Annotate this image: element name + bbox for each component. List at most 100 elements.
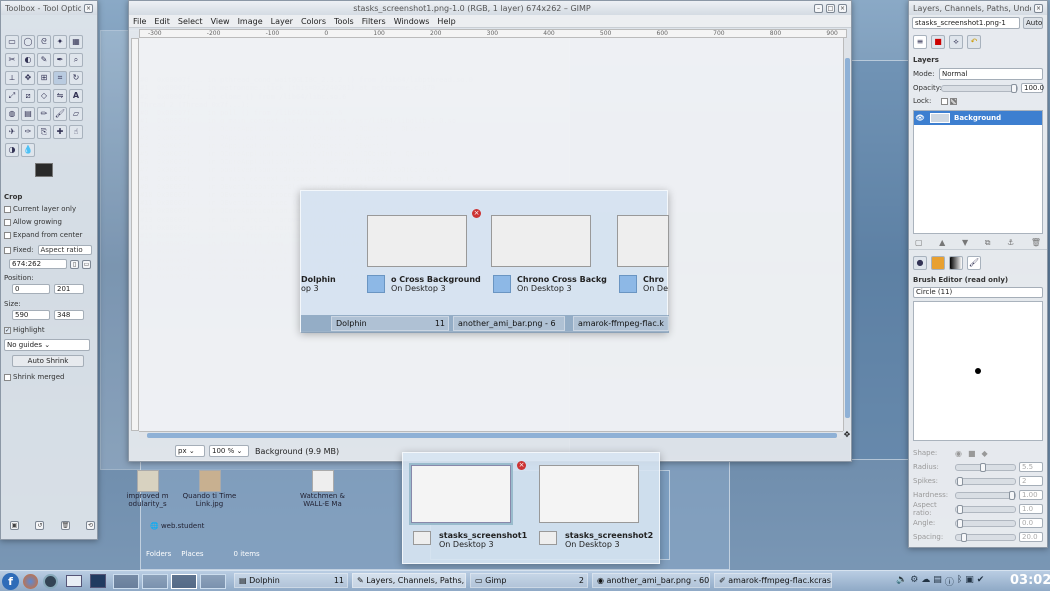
size-h-input[interactable]: 348: [54, 310, 84, 320]
slider-handle[interactable]: [957, 476, 964, 486]
checkbox[interactable]: [4, 231, 11, 239]
param-slider[interactable]: [955, 476, 1016, 486]
raise-layer-icon[interactable]: ▲: [939, 238, 945, 248]
expand-from-center-option[interactable]: Expand from center: [4, 231, 96, 239]
auto-shrink-button[interactable]: Auto Shrink: [12, 355, 84, 367]
pager-desktop-3[interactable]: [171, 574, 197, 589]
duplicate-layer-icon[interactable]: ⧉: [985, 238, 991, 248]
blur-icon[interactable]: 💧: [21, 143, 35, 157]
preview-thumbnail[interactable]: [491, 215, 591, 267]
menu-file[interactable]: File: [133, 17, 146, 26]
media-icon[interactable]: [43, 574, 58, 589]
task-dolphin[interactable]: ▤ Dolphin 11: [234, 573, 348, 588]
restore-options-icon[interactable]: ↺: [35, 521, 45, 530]
foreground-select-icon[interactable]: ◐: [21, 53, 35, 67]
minimize-button[interactable]: –: [814, 3, 823, 13]
layers-titlebar[interactable]: Layers, Channels, Paths, Undo – Brushes,…: [909, 1, 1047, 15]
preview-item[interactable]: Chrono Cross Backg On Desktop 3: [493, 275, 611, 293]
rect-select-icon[interactable]: ▭: [5, 35, 19, 49]
paths-icon[interactable]: ✎: [37, 53, 51, 67]
pencil-icon[interactable]: ✏: [37, 107, 51, 121]
volume-icon[interactable]: 🔈: [896, 575, 907, 588]
slider-handle[interactable]: [979, 462, 986, 472]
checkbox[interactable]: [4, 218, 11, 226]
mode-select[interactable]: Normal: [939, 68, 1043, 80]
tab-undo[interactable]: ↶: [967, 35, 981, 49]
slider-handle[interactable]: [1009, 490, 1015, 500]
guides-select[interactable]: No guides ⌄: [4, 339, 90, 351]
bluetooth-icon[interactable]: ᛒ: [957, 575, 962, 588]
preview-close-icon[interactable]: ×: [517, 461, 526, 470]
save-options-icon[interactable]: ▣: [10, 521, 19, 530]
layer-name[interactable]: Background: [954, 114, 1001, 122]
slider-handle[interactable]: [957, 518, 964, 528]
close-button[interactable]: ×: [84, 3, 93, 13]
file-item[interactable]: 🌐 web.student: [150, 522, 230, 530]
firefox-icon[interactable]: [23, 574, 38, 589]
info-icon[interactable]: ⓘ: [945, 575, 954, 588]
position-y-input[interactable]: 201: [54, 284, 84, 294]
zoom-icon[interactable]: ⌕: [69, 53, 83, 67]
menu-layer[interactable]: Layer: [271, 17, 293, 26]
popup-task-dolphin[interactable]: Dolphin 11: [331, 316, 449, 331]
checkbox[interactable]: [4, 205, 11, 213]
reset-options-icon[interactable]: ⟲: [85, 521, 95, 530]
pager-desktop-1[interactable]: [113, 574, 139, 589]
close-button[interactable]: ×: [1034, 3, 1043, 13]
popup-task-amarok[interactable]: amarok-ffmpeg-flac.k: [573, 316, 669, 331]
slider-handle[interactable]: [957, 504, 964, 514]
lock-alpha-checkbox[interactable]: [950, 97, 957, 105]
preview-item[interactable]: Chro On De: [619, 275, 669, 293]
shear-icon[interactable]: ⧄: [21, 89, 35, 103]
updates-icon[interactable]: ✔: [977, 575, 985, 588]
maximize-button[interactable]: □: [826, 3, 835, 13]
task-amarok[interactable]: ✐ amarok-ffmpeg-flac.kcras: [714, 573, 832, 588]
file-item[interactable]: Quando ti Time Link.jpg: [182, 470, 237, 508]
preview-thumbnail[interactable]: [411, 465, 511, 523]
fixed-checkbox[interactable]: [4, 246, 11, 254]
toolbox-titlebar[interactable]: Toolbox - Tool Options ×: [1, 1, 97, 15]
opacity-input[interactable]: 100.0: [1021, 83, 1044, 93]
blend-icon[interactable]: ▤: [21, 107, 35, 121]
tray-icon[interactable]: ⚙: [910, 575, 918, 588]
new-layer-icon[interactable]: ▢: [915, 238, 923, 248]
task-ami-bar[interactable]: ◉ another_ami_bar.png - 60: [592, 573, 710, 588]
tab-layers[interactable]: ≡: [913, 35, 927, 49]
landscape-icon[interactable]: ▭: [82, 259, 91, 269]
bucket-fill-icon[interactable]: ◍: [5, 107, 19, 121]
tab-folders[interactable]: Folders: [146, 550, 171, 558]
allow-growing-option[interactable]: Allow growing: [4, 218, 96, 226]
file-item[interactable]: improved m odularity_s: [120, 470, 175, 508]
airbrush-icon[interactable]: ✈: [5, 125, 19, 139]
eraser-icon[interactable]: ▱: [69, 107, 83, 121]
square-shape-icon[interactable]: ■: [968, 449, 976, 458]
horizontal-scrollbar[interactable]: [139, 431, 843, 439]
clone-icon[interactable]: ⎘: [37, 125, 51, 139]
popup-task-ami-bar[interactable]: another_ami_bar.png - 6: [453, 316, 565, 331]
preview-item[interactable]: stasks_screenshot2 On Desktop 3: [539, 531, 657, 549]
unit-select[interactable]: px ⌄: [175, 445, 205, 457]
preview-close-icon[interactable]: ×: [472, 209, 481, 218]
diamond-shape-icon[interactable]: ◆: [982, 449, 988, 458]
tab-channels[interactable]: ■: [931, 35, 945, 49]
tab-paths[interactable]: ⟡: [949, 35, 963, 49]
menu-help[interactable]: Help: [437, 17, 455, 26]
param-slider[interactable]: [955, 462, 1016, 472]
menu-colors[interactable]: Colors: [301, 17, 326, 26]
mail-icon[interactable]: [66, 575, 82, 587]
perspective-icon[interactable]: ◇: [37, 89, 51, 103]
checkbox[interactable]: [4, 373, 11, 381]
close-button[interactable]: ×: [838, 3, 847, 13]
vertical-scrollbar[interactable]: [843, 38, 851, 431]
navigate-icon[interactable]: ✥: [843, 431, 851, 439]
current-layer-only-option[interactable]: Current layer only: [4, 205, 96, 213]
menu-edit[interactable]: Edit: [154, 17, 170, 26]
gimp-titlebar[interactable]: stasks_screenshot1.png-1.0 (RGB, 1 layer…: [129, 1, 851, 15]
clock[interactable]: 03:02: [1010, 573, 1050, 588]
scrollbar-thumb[interactable]: [845, 58, 850, 418]
param-slider[interactable]: [955, 532, 1016, 542]
preview-item[interactable]: Dolphin op 3: [301, 275, 361, 293]
lower-layer-icon[interactable]: ▼: [962, 238, 968, 248]
color-select-icon[interactable]: ▦: [69, 35, 83, 49]
portrait-icon[interactable]: ▯: [70, 259, 79, 269]
